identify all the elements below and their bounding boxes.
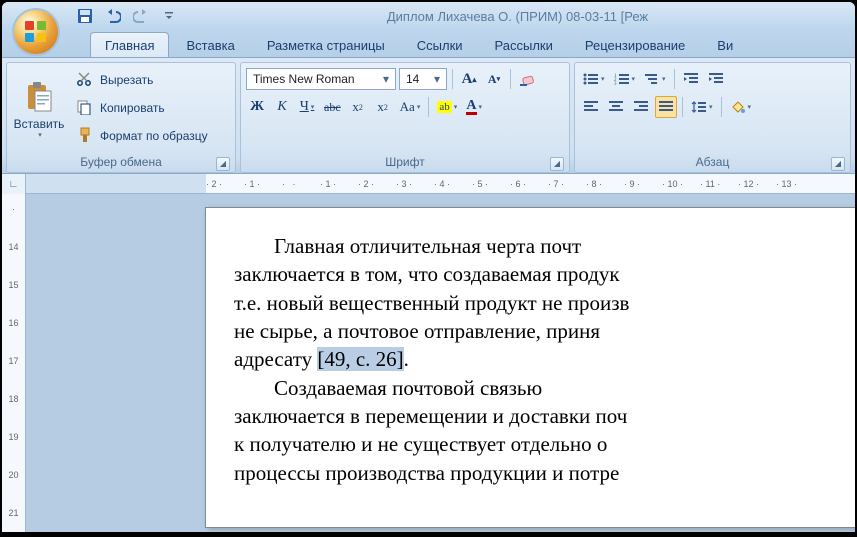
window-title: Диплом Лихачева О. (ПРИМ) 08-03-11 [Реж	[180, 9, 855, 24]
change-case-button[interactable]: Aa▾	[397, 96, 424, 118]
font-dialog-launcher[interactable]: ◢	[550, 157, 564, 171]
selected-text[interactable]: [49, с. 26]	[317, 347, 403, 371]
cut-label: Вырезать	[100, 73, 153, 87]
font-color-button[interactable]: A▾	[463, 96, 485, 118]
increase-indent-button[interactable]	[705, 68, 727, 90]
indent-icon	[708, 72, 724, 86]
line-spacing-button[interactable]: ▾	[688, 96, 716, 118]
workspace: ∟ · 2 ·· 1 ·· ·· 1 ·· 2 ·· 3 ·· 4 ·· 5 ·…	[2, 174, 855, 532]
justify-icon	[659, 101, 673, 113]
horizontal-ruler[interactable]: ∟ · 2 ·· 1 ·· ·· 1 ·· 2 ·· 3 ·· 4 ·· 5 ·…	[2, 174, 855, 194]
group-font: Times New Roman ▾ 14 ▾ A▴ A▾	[240, 62, 570, 173]
align-center-button[interactable]	[605, 96, 627, 118]
multilevel-icon	[644, 72, 660, 86]
align-right-button[interactable]	[630, 96, 652, 118]
align-left-button[interactable]	[580, 96, 602, 118]
bold-button[interactable]: Ж	[246, 96, 268, 118]
format-painter-label: Формат по образцу	[100, 129, 208, 143]
group-font-label: Шрифт ◢	[244, 154, 566, 172]
strikethrough-button[interactable]: abc	[321, 96, 344, 118]
tab-review[interactable]: Рецензирование	[570, 32, 700, 57]
paste-label: Вставить	[14, 117, 65, 131]
svg-text:3: 3	[614, 82, 617, 86]
font-size-combo[interactable]: 14 ▾	[399, 68, 447, 90]
align-left-icon	[584, 101, 598, 113]
format-painter-button[interactable]: Формат по образцу	[72, 122, 232, 150]
bucket-icon	[730, 100, 746, 114]
font-size-value: 14	[406, 72, 419, 86]
qat-undo-button[interactable]	[102, 5, 124, 27]
group-paragraph: ▾ 123▾ ▾ ▾ ▾	[574, 62, 851, 173]
underline-button[interactable]: Ч▾	[296, 96, 318, 118]
document-text[interactable]: Главная отличительная черта почт заключа…	[234, 232, 855, 487]
bullets-icon	[583, 72, 599, 86]
quick-access-toolbar	[74, 5, 180, 27]
ribbon: Вставить ▾ Вырезать Копировать	[2, 58, 855, 174]
word-window: Диплом Лихачева О. (ПРИМ) 08-03-11 [Реж …	[2, 2, 855, 532]
font-family-value: Times New Roman	[253, 72, 355, 86]
group-clipboard-label: Буфер обмена ◢	[10, 154, 232, 172]
copy-label: Копировать	[100, 101, 165, 115]
align-right-icon	[634, 101, 648, 113]
shrink-font-button[interactable]: A▾	[483, 68, 505, 90]
superscript-button[interactable]: x2	[372, 96, 394, 118]
grow-font-button[interactable]: A▴	[458, 68, 480, 90]
page[interactable]: Главная отличительная черта почт заключа…	[206, 208, 855, 527]
eraser-icon	[519, 71, 537, 87]
subscript-button[interactable]: x2	[347, 96, 369, 118]
vertical-ruler[interactable]: ·1415161718192021	[2, 194, 26, 532]
align-center-icon	[609, 101, 623, 113]
office-button[interactable]	[12, 8, 60, 56]
document-area[interactable]: Главная отличительная черта почт заключа…	[26, 194, 855, 532]
group-clipboard: Вставить ▾ Вырезать Копировать	[6, 62, 236, 173]
tab-page-layout[interactable]: Разметка страницы	[252, 32, 400, 57]
tab-insert[interactable]: Вставка	[171, 32, 249, 57]
copy-icon	[76, 99, 94, 117]
numbering-icon: 123	[614, 72, 630, 86]
scissors-icon	[76, 71, 94, 89]
font-family-combo[interactable]: Times New Roman ▾	[246, 68, 396, 90]
tab-home[interactable]: Главная	[90, 32, 169, 57]
copy-button[interactable]: Копировать	[72, 94, 232, 122]
brush-icon	[76, 127, 94, 145]
group-paragraph-label: Абзац ◢	[578, 154, 847, 172]
tab-selector[interactable]: ∟	[2, 174, 26, 194]
dropdown-arrow-icon: ▾	[38, 131, 42, 139]
numbering-button[interactable]: 123▾	[611, 68, 639, 90]
line-spacing-icon	[691, 100, 707, 114]
justify-button[interactable]	[655, 96, 677, 118]
tab-view[interactable]: Ви	[702, 32, 748, 57]
qat-redo-button[interactable]	[130, 5, 152, 27]
multilevel-list-button[interactable]: ▾	[641, 68, 669, 90]
paste-icon	[25, 81, 53, 113]
clipboard-dialog-launcher[interactable]: ◢	[216, 157, 230, 171]
cut-button[interactable]: Вырезать	[72, 66, 232, 94]
shading-button[interactable]: ▾	[727, 96, 755, 118]
title-bar: Диплом Лихачева О. (ПРИМ) 08-03-11 [Реж	[2, 2, 855, 30]
tab-mailings[interactable]: Рассылки	[480, 32, 568, 57]
qat-save-button[interactable]	[74, 5, 96, 27]
tab-references[interactable]: Ссылки	[402, 32, 478, 57]
decrease-indent-button[interactable]	[680, 68, 702, 90]
bullets-button[interactable]: ▾	[580, 68, 608, 90]
qat-customize-button[interactable]	[158, 5, 180, 27]
ribbon-tabstrip: Главная Вставка Разметка страницы Ссылки…	[2, 30, 855, 58]
highlight-button[interactable]: ab▾	[434, 96, 460, 118]
clear-formatting-button[interactable]	[516, 68, 540, 90]
paragraph-dialog-launcher[interactable]: ◢	[831, 157, 845, 171]
dropdown-arrow-icon: ▾	[379, 72, 393, 86]
outdent-icon	[683, 72, 699, 86]
italic-button[interactable]: К	[271, 96, 293, 118]
paste-button[interactable]: Вставить ▾	[10, 66, 68, 154]
dropdown-arrow-icon: ▾	[430, 72, 444, 86]
